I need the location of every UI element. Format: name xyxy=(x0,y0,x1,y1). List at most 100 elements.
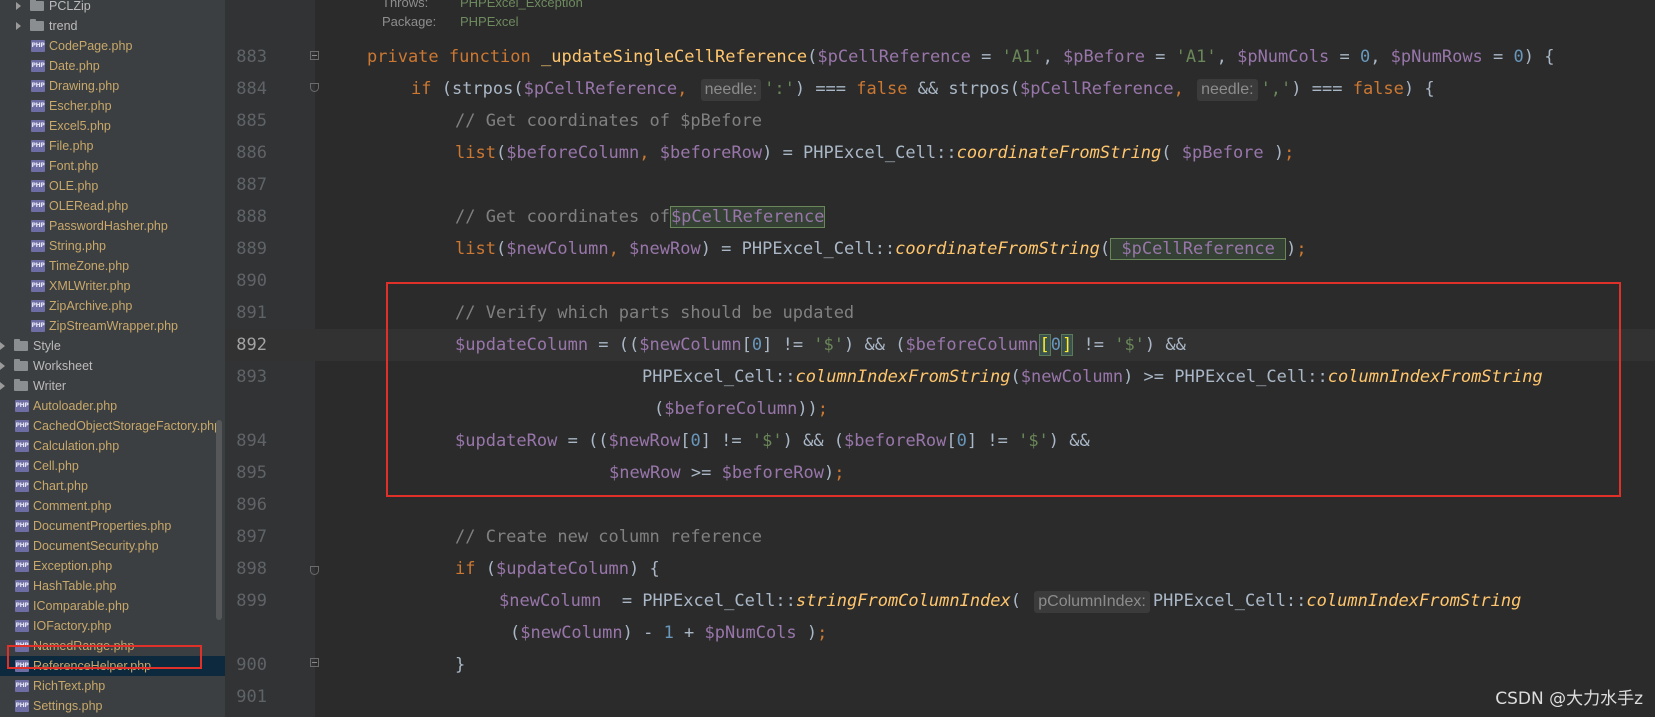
code-line-886[interactable]: list($beforeColumn, $beforeRow) = PHPExc… xyxy=(455,137,1294,169)
line-number: 893 xyxy=(236,367,267,387)
line-number: 895 xyxy=(236,463,267,483)
tree-item-label: DocumentProperties.php xyxy=(33,519,172,533)
line-number: 901 xyxy=(236,687,267,707)
tree-file-cell-php[interactable]: Cell.php xyxy=(0,456,225,476)
code-line-899[interactable]: $newColumn = PHPExcel_Cell::stringFromCo… xyxy=(499,585,1521,617)
tree-item-label: PCLZip xyxy=(49,0,91,13)
tree-file-autoloader-php[interactable]: Autoloader.php xyxy=(0,396,225,416)
tree-file-date-php[interactable]: Date.php xyxy=(0,56,225,76)
line-number: 892 xyxy=(236,335,267,355)
tree-file-string-php[interactable]: String.php xyxy=(0,236,225,256)
tree-file-timezone-php[interactable]: TimeZone.php xyxy=(0,256,225,276)
tree-item-label: File.php xyxy=(49,139,94,153)
chevron-right-icon[interactable] xyxy=(16,2,21,10)
line-number: 888 xyxy=(236,207,267,227)
folder-icon xyxy=(14,339,28,351)
line-number: 890 xyxy=(236,271,267,291)
tree-file-escher-php[interactable]: Escher.php xyxy=(0,96,225,116)
tree-item-label: Excel5.php xyxy=(49,119,111,133)
line-number: 897 xyxy=(236,527,267,547)
code-line-889[interactable]: list($newColumn, $newRow) = PHPExcel_Cel… xyxy=(455,233,1307,265)
tree-item-label: Settings.php xyxy=(33,699,103,713)
tree-item-label: Escher.php xyxy=(49,99,112,113)
tree-file-oleread-php[interactable]: OLERead.php xyxy=(0,196,225,216)
line-number: 899 xyxy=(236,591,267,611)
code-line-899-wrap[interactable]: ($newColumn) - 1 + $pNumCols ); xyxy=(510,617,827,649)
chevron-right-icon[interactable] xyxy=(0,362,5,370)
php-file-icon xyxy=(31,180,45,192)
tree-item-label: CodePage.php xyxy=(49,39,133,53)
code-line-884[interactable]: if (strpos($pCellReference, needle: ':') … xyxy=(411,73,1435,105)
fold-marker[interactable] xyxy=(310,566,319,575)
tree-item-label: CachedObjectStorageFactory.php xyxy=(33,419,222,433)
tree-file-excel5-php[interactable]: Excel5.php xyxy=(0,116,225,136)
fold-marker[interactable] xyxy=(310,658,319,667)
code-line-897[interactable]: // Create new column reference xyxy=(455,521,762,553)
tree-file-drawing-php[interactable]: Drawing.php xyxy=(0,76,225,96)
php-file-icon xyxy=(15,460,29,472)
tree-file-codepage-php[interactable]: CodePage.php xyxy=(0,36,225,56)
line-number: 898 xyxy=(236,559,267,579)
code-line-883[interactable]: private function _updateSingleCellRefere… xyxy=(367,41,1554,73)
tree-file-font-php[interactable]: Font.php xyxy=(0,156,225,176)
php-file-icon xyxy=(15,700,29,712)
tree-file-file-php[interactable]: File.php xyxy=(0,136,225,156)
tree-folder-pclzip[interactable]: PCLZip xyxy=(0,0,225,16)
tree-file-ziparchive-php[interactable]: ZipArchive.php xyxy=(0,296,225,316)
chevron-right-icon[interactable] xyxy=(0,342,5,350)
fold-marker[interactable] xyxy=(310,51,319,60)
line-number: 887 xyxy=(236,175,267,195)
chevron-right-icon[interactable] xyxy=(0,382,5,390)
tree-file-chart-php[interactable]: Chart.php xyxy=(0,476,225,496)
php-file-icon xyxy=(31,240,45,252)
folder-icon xyxy=(14,359,28,371)
tree-file-comment-php[interactable]: Comment.php xyxy=(0,496,225,516)
tree-folder-worksheet[interactable]: Worksheet xyxy=(0,356,225,376)
tree-item-label: PasswordHasher.php xyxy=(49,219,168,233)
line-number: 900 xyxy=(236,655,267,675)
tree-folder-style[interactable]: Style xyxy=(0,336,225,356)
tree-file-settings-php[interactable]: Settings.php xyxy=(0,696,225,716)
code-line-885[interactable]: // Get coordinates of $pBefore xyxy=(455,105,762,137)
tree-file-cachedobjectstoragefactory-php[interactable]: CachedObjectStorageFactory.php xyxy=(0,416,225,436)
tree-file-icomparable-php[interactable]: IComparable.php xyxy=(0,596,225,616)
tree-item-label: IOFactory.php xyxy=(33,619,112,633)
folder-icon xyxy=(14,379,28,391)
tree-item-label: IComparable.php xyxy=(33,599,129,613)
tree-file-richtext-php[interactable]: RichText.php xyxy=(0,676,225,696)
tree-item-label: trend xyxy=(49,19,78,33)
code-line-898[interactable]: if ($updateColumn) { xyxy=(455,553,660,585)
php-file-icon xyxy=(15,520,29,532)
tree-file-documentsecurity-php[interactable]: DocumentSecurity.php xyxy=(0,536,225,556)
tree-item-label: RichText.php xyxy=(33,679,106,693)
annotation-box-selected-file xyxy=(7,645,202,669)
tree-item-label: XMLWriter.php xyxy=(49,279,131,293)
line-number: 891 xyxy=(236,303,267,323)
code-line-888[interactable]: // Get coordinates of$pCellReference xyxy=(455,201,826,233)
code-line-900[interactable]: } xyxy=(455,649,465,681)
parameter-hint: needle: xyxy=(700,79,762,101)
php-file-icon xyxy=(15,560,29,572)
tree-folder-trend[interactable]: trend xyxy=(0,16,225,36)
tree-folder-writer[interactable]: Writer xyxy=(0,376,225,396)
tree-file-hashtable-php[interactable]: HashTable.php xyxy=(0,576,225,596)
tree-item-label: Comment.php xyxy=(33,499,112,513)
line-number: 896 xyxy=(236,495,267,515)
php-file-icon xyxy=(31,320,45,332)
tree-file-xmlwriter-php[interactable]: XMLWriter.php xyxy=(0,276,225,296)
tree-file-calculation-php[interactable]: Calculation.php xyxy=(0,436,225,456)
sidebar-scrollbar[interactable] xyxy=(216,420,222,620)
fold-marker[interactable] xyxy=(310,83,319,92)
line-number xyxy=(225,393,267,425)
tree-file-exception-php[interactable]: Exception.php xyxy=(0,556,225,576)
tree-file-passwordhasher-php[interactable]: PasswordHasher.php xyxy=(0,216,225,236)
doc-package: Package: PHPExcel xyxy=(382,14,519,29)
php-file-icon xyxy=(31,140,45,152)
tree-file-ole-php[interactable]: OLE.php xyxy=(0,176,225,196)
tree-file-iofactory-php[interactable]: IOFactory.php xyxy=(0,616,225,636)
tree-file-zipstreamwrapper-php[interactable]: ZipStreamWrapper.php xyxy=(0,316,225,336)
php-file-icon xyxy=(15,540,29,552)
tree-item-label: Font.php xyxy=(49,159,99,173)
chevron-right-icon[interactable] xyxy=(16,22,21,30)
tree-file-documentproperties-php[interactable]: DocumentProperties.php xyxy=(0,516,225,536)
